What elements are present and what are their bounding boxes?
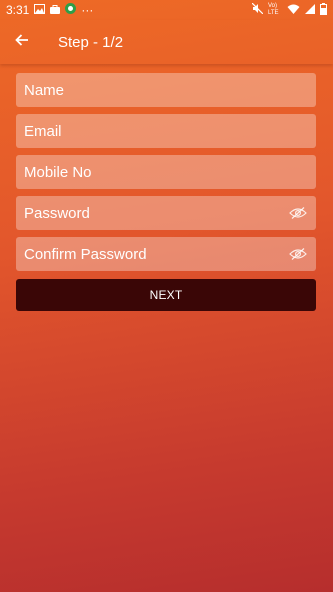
status-bar: 3:31 ··· Vo) LTE [0, 0, 333, 20]
network-label: Vo) LTE [268, 3, 279, 16]
bag-icon [50, 3, 61, 17]
app-bar: Step - 1/2 [0, 20, 333, 64]
status-left: 3:31 ··· [6, 3, 93, 17]
next-button[interactable]: NEXT [16, 279, 316, 311]
wifi-icon [287, 3, 300, 17]
confirm-password-field [16, 237, 316, 271]
email-input[interactable] [24, 122, 307, 140]
arrow-left-icon [15, 33, 29, 51]
email-field [16, 114, 316, 148]
mobile-field [16, 155, 316, 189]
name-field [16, 73, 316, 107]
more-notifications-icon: ··· [81, 3, 94, 17]
back-button[interactable] [0, 20, 44, 64]
password-field [16, 196, 316, 230]
password-input[interactable] [24, 204, 289, 222]
battery-icon [320, 2, 327, 18]
eye-off-icon[interactable] [289, 206, 307, 220]
mobile-input[interactable] [24, 163, 307, 181]
image-icon [34, 3, 46, 17]
signal-icon [305, 3, 315, 17]
name-input[interactable] [24, 81, 307, 99]
page-title: Step - 1/2 [58, 33, 124, 51]
status-time: 3:31 [6, 3, 30, 17]
confirm-password-input[interactable] [24, 245, 289, 263]
signup-form: NEXT [16, 73, 316, 311]
mute-icon [251, 2, 264, 17]
green-circle-icon [65, 3, 77, 17]
status-right: Vo) LTE [251, 2, 327, 18]
eye-off-icon[interactable] [289, 247, 307, 261]
